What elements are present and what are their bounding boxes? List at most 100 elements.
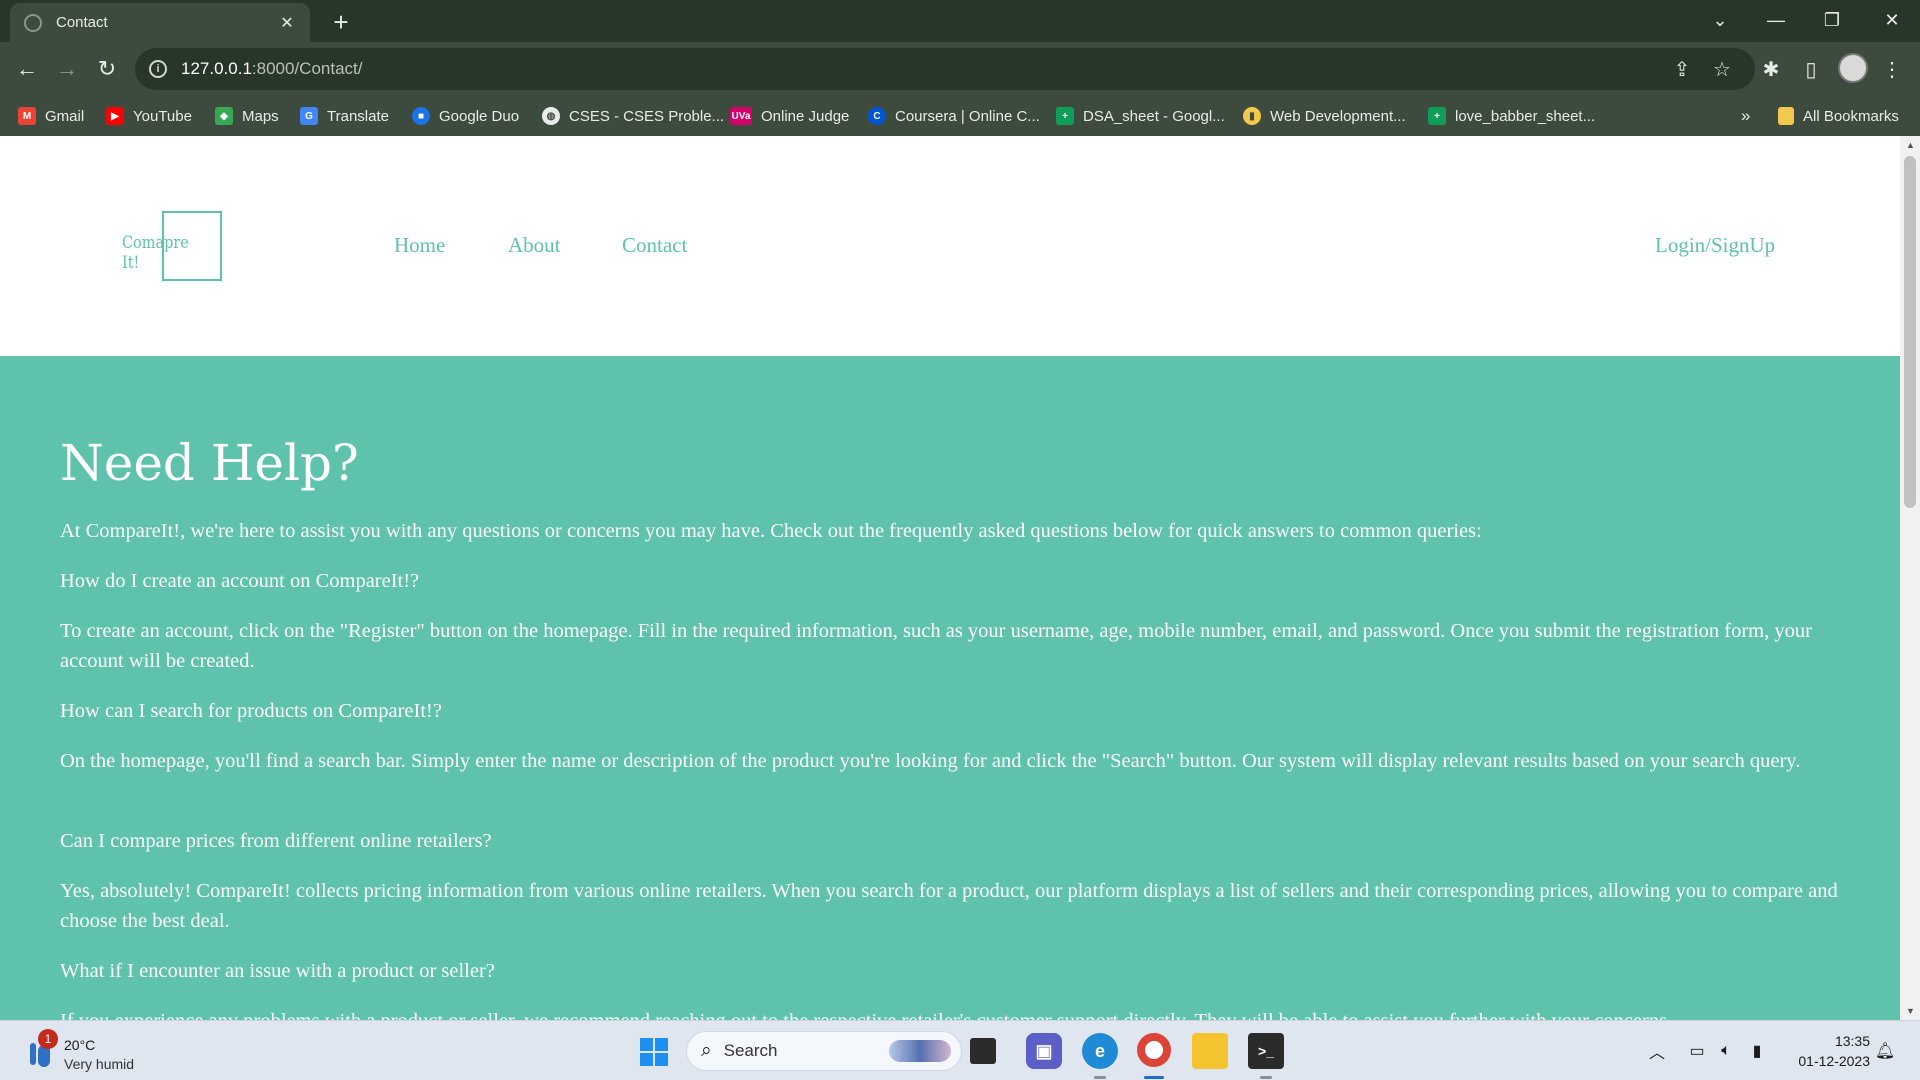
chrome-indicator xyxy=(1144,1076,1164,1079)
edge-icon[interactable]: e xyxy=(1082,1033,1118,1069)
all-bookmarks-button[interactable]: All Bookmarks xyxy=(1778,104,1899,128)
scroll-up-icon[interactable]: ▲ xyxy=(1906,140,1915,150)
bookmark-label: DSA_sheet - Googl... xyxy=(1083,107,1225,125)
bookmark-google-duo[interactable]: ■ Google Duo xyxy=(412,104,519,128)
bookmarks-bar: M Gmail ▶ YouTube ◆ Maps G Translate ■ Google… xyxy=(0,96,1920,136)
teams-icon[interactable]: ▣ xyxy=(1026,1033,1062,1069)
windows-start-icon[interactable] xyxy=(640,1038,668,1066)
volume-icon[interactable]: 🔈︎ xyxy=(1714,1037,1738,1065)
notification-bell-icon[interactable]: 🔔︎ xyxy=(1874,1037,1896,1065)
faq-answer: On the homepage, you'll find a search ba… xyxy=(60,750,1801,772)
close-window-button[interactable]: ✕ xyxy=(1864,0,1920,40)
chrome-icon[interactable] xyxy=(1137,1033,1171,1067)
site-logo[interactable]: Comapre It! xyxy=(120,211,222,281)
bookmark-label: YouTube xyxy=(133,107,192,125)
faq-question: How can I search for products on Compare… xyxy=(60,700,442,722)
network-icon[interactable]: ▭ xyxy=(1684,1037,1710,1065)
faq-question: Can I compare prices from different onli… xyxy=(60,830,492,852)
bookmark-coursera[interactable]: C Coursera | Online C... xyxy=(868,104,1040,128)
side-panel-icon[interactable]: ▯ xyxy=(1795,53,1827,85)
bookmark-love-babbar-sheet[interactable]: + love_babber_sheet... xyxy=(1428,104,1595,128)
bookmark-label: Gmail xyxy=(45,107,85,125)
weather-condition: Very humid xyxy=(64,1056,135,1072)
task-view-icon[interactable] xyxy=(970,1038,996,1064)
extensions-icon[interactable]: ✱ xyxy=(1755,53,1787,85)
back-icon[interactable]: ← xyxy=(10,52,44,86)
maps-icon: ◆ xyxy=(215,107,233,125)
weather-temp: 20°C xyxy=(64,1037,96,1053)
bookmark-label: Google Duo xyxy=(439,107,520,125)
bookmark-gmail[interactable]: M Gmail xyxy=(18,104,84,128)
tab-close-icon[interactable]: ✕ xyxy=(276,12,298,34)
menu-icon[interactable]: ⋮ xyxy=(1876,53,1908,85)
bookmark-label: Maps xyxy=(242,107,279,125)
share-icon[interactable]: ⇪ xyxy=(1667,54,1697,84)
terminal-indicator xyxy=(1260,1076,1272,1079)
bookmark-youtube[interactable]: ▶ YouTube xyxy=(106,104,192,128)
system-clock[interactable]: 13:35 01-12-2023 xyxy=(1780,1031,1870,1071)
page-title: Need Help? xyxy=(60,434,359,492)
tray-overflow-chevron-icon[interactable]: ︿ xyxy=(1645,1037,1669,1065)
edge-indicator xyxy=(1094,1076,1106,1079)
bookmark-cses[interactable]: ◍ CSES - CSES Proble... xyxy=(542,104,724,128)
restore-button[interactable]: ❐ xyxy=(1804,0,1860,40)
clock-date: 01-12-2023 xyxy=(1798,1053,1870,1069)
terminal-icon[interactable]: >_ xyxy=(1248,1033,1284,1069)
bookmark-web-development[interactable]: ▮ Web Development... xyxy=(1243,104,1406,128)
bookmark-label: Online Judge xyxy=(761,107,850,125)
tab-strip: Contact ✕ + ⌄ — ❐ ✕ xyxy=(0,0,1920,42)
bookmark-dsa-sheet[interactable]: + DSA_sheet - Googl... xyxy=(1056,104,1225,128)
forward-icon[interactable]: → xyxy=(50,52,84,86)
weather-widget[interactable]: 1 20°C Very humid xyxy=(20,1029,160,1073)
file-explorer-icon[interactable] xyxy=(1192,1033,1228,1069)
nav-contact[interactable]: Contact xyxy=(622,233,687,258)
gmail-icon: M xyxy=(18,107,36,125)
tab-loading-icon xyxy=(24,13,42,32)
nav-about[interactable]: About xyxy=(508,233,561,258)
faq-answer: To create an account, click on the "Regi… xyxy=(60,620,1812,672)
address-bar[interactable]: i 127.0.0.1:8000/Contact/ xyxy=(135,48,1755,90)
folder-icon xyxy=(1778,107,1794,125)
bookmark-label: love_babber_sheet... xyxy=(1455,107,1596,125)
youtube-icon: ▶ xyxy=(106,107,124,125)
more-bookmarks-button[interactable]: » xyxy=(1741,104,1750,128)
site-info-icon[interactable]: i xyxy=(149,60,167,78)
browser-toolbar: ← → ↻ i 127.0.0.1:8000/Contact/ ⇪ ☆ ✱ ▯ … xyxy=(0,42,1920,96)
scroll-down-icon[interactable]: ▼ xyxy=(1906,1006,1915,1016)
intro-paragraph: At CompareIt!, we're here to assist you … xyxy=(60,520,1482,542)
scrollbar-thumb[interactable] xyxy=(1904,156,1916,508)
bookmark-label: Web Development... xyxy=(1270,107,1406,125)
reload-icon[interactable]: ↻ xyxy=(90,52,124,86)
battery-icon[interactable]: ▮ xyxy=(1744,1037,1770,1065)
login-signup-link[interactable]: Login/SignUp xyxy=(1655,233,1775,258)
bookmark-online-judge[interactable]: UVa Online Judge xyxy=(730,104,849,128)
tab-contact[interactable]: Contact ✕ xyxy=(10,3,310,42)
bookmark-star-icon[interactable]: ☆ xyxy=(1707,54,1737,84)
profile-avatar[interactable] xyxy=(1838,53,1868,83)
bookmark-label: All Bookmarks xyxy=(1803,107,1899,125)
search-icon: ⌕ xyxy=(701,1040,712,1061)
tab-search-icon[interactable]: ⌄ xyxy=(1692,0,1748,40)
logo-text: Comapre It! xyxy=(122,233,189,273)
page-scrollbar[interactable]: ▲ ▼ xyxy=(1900,136,1920,1020)
minimize-button[interactable]: — xyxy=(1748,0,1804,40)
bookmark-maps[interactable]: ◆ Maps xyxy=(215,104,279,128)
search-highlight-icon xyxy=(889,1040,951,1062)
weather-badge: 1 xyxy=(38,1029,58,1049)
page-viewport: Comapre It! Home About Contact Login/Sig… xyxy=(0,136,1900,1020)
bookmark-translate[interactable]: G Translate xyxy=(300,104,389,128)
faq-question: How do I create an account on CompareIt!… xyxy=(60,570,420,592)
url-host: 127.0.0.1 xyxy=(181,59,252,78)
sheets-icon: + xyxy=(1056,107,1074,125)
translate-icon: G xyxy=(300,107,318,125)
tab-title: Contact xyxy=(56,14,108,31)
nav-home[interactable]: Home xyxy=(394,233,445,258)
new-tab-button[interactable]: + xyxy=(325,6,357,38)
clock-time: 13:35 xyxy=(1834,1033,1870,1049)
bookmark-label: Translate xyxy=(327,107,389,125)
taskbar-search[interactable]: ⌕ Search xyxy=(686,1031,962,1071)
faq-answer: If you experience any problems with a pr… xyxy=(60,1006,1840,1020)
faq-question: What if I encounter an issue with a prod… xyxy=(60,960,495,982)
bookmark-label: CSES - CSES Proble... xyxy=(569,107,725,125)
help-section: Need Help? At CompareIt!, we're here to … xyxy=(0,356,1900,1020)
